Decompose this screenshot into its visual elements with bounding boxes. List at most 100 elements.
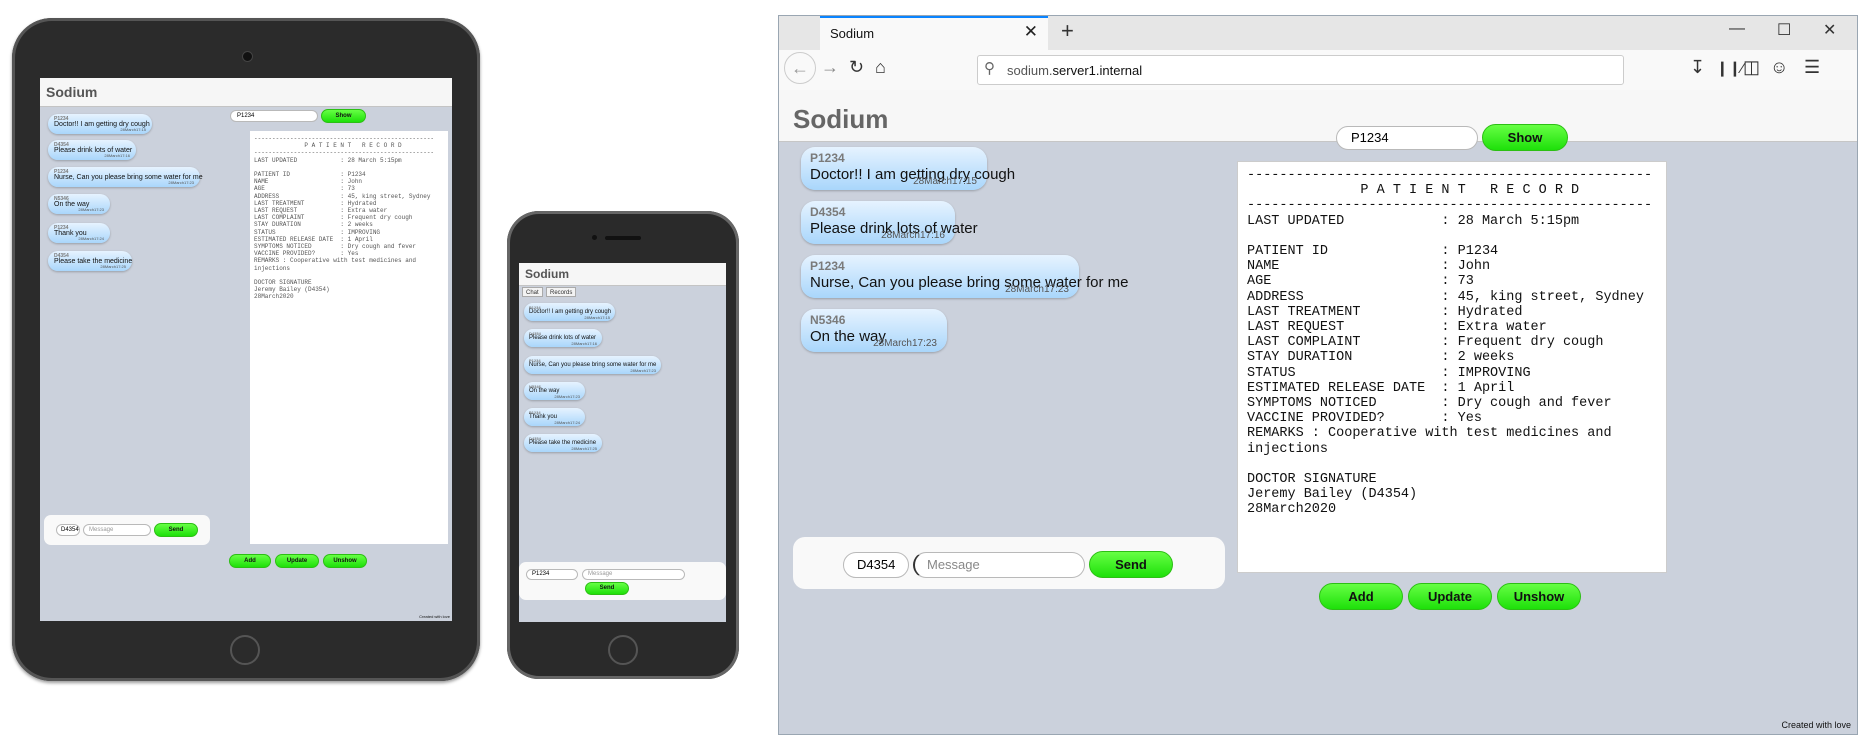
tab-close-icon[interactable]: ✕ (1024, 22, 1038, 42)
app-header: Sodium (40, 78, 452, 107)
browser-tab[interactable]: Sodium ✕ (820, 16, 1048, 50)
message-input[interactable]: Message (83, 524, 151, 536)
patient-record-text: ----------------------------------------… (1247, 168, 1653, 518)
message-text: Thank you (529, 414, 558, 420)
message-time: 28March17:16 (881, 230, 945, 241)
tablet-device: Sodium P1234 Doctor!! I am getting dry c… (12, 18, 480, 681)
tab-title: Sodium (830, 26, 875, 41)
patient-id-input[interactable]: P1234 (1336, 126, 1478, 150)
add-button[interactable]: Add (229, 554, 271, 568)
message-time: 28March17:15 (913, 176, 977, 187)
tablet-screen: Sodium P1234 Doctor!! I am getting dry c… (40, 78, 452, 621)
window-close-icon[interactable]: ✕ (1823, 20, 1836, 40)
message-time: 28March17:25 (571, 446, 597, 451)
app-header: Sodium (519, 263, 726, 286)
message-time: 28March17:24 (78, 236, 104, 241)
message-time: 28March17:23 (554, 394, 580, 399)
message-input[interactable]: Message (913, 552, 1085, 578)
sender-id-input[interactable]: D4354 (843, 552, 909, 578)
app-header: Sodium (779, 90, 1857, 142)
message-sender: N5346 (810, 313, 846, 327)
message-time: 28March17:25 (100, 264, 126, 269)
update-button[interactable]: Update (275, 554, 319, 568)
patient-record-panel: ----------------------------------------… (250, 131, 448, 544)
footer-credit: Created with love (1781, 720, 1851, 730)
back-icon[interactable]: ← (784, 52, 816, 84)
reload-icon[interactable]: ↻ (849, 57, 864, 78)
message-bubble: P1234 Nurse, Can you please bring some w… (48, 167, 203, 187)
send-button[interactable]: Send (1089, 551, 1173, 578)
home-icon[interactable]: ⌂ (875, 57, 886, 78)
send-button[interactable]: Send (154, 523, 198, 537)
message-bubble: P1234 Doctor!! I am getting dry cough 28… (524, 303, 615, 321)
compose-panel: D4354 Message Send (44, 515, 210, 545)
url-host: sodium. (1007, 63, 1053, 78)
unshow-button[interactable]: Unshow (1497, 583, 1581, 610)
minimize-icon[interactable]: — (1729, 20, 1745, 38)
search-icon: ⚲ (984, 60, 995, 77)
message-bubble: N5346 On the way 28March17:23 (801, 309, 947, 352)
phone-device: Sodium Chat Records P1234 Doctor!! I am … (507, 211, 739, 679)
message-time: 28March17:23 (78, 207, 104, 212)
tablet-home-button[interactable] (230, 635, 260, 665)
patient-record-text: ----------------------------------------… (254, 135, 435, 301)
sender-id-input[interactable]: P1234 (526, 569, 578, 580)
phone-screen: Sodium Chat Records P1234 Doctor!! I am … (519, 263, 726, 622)
message-time: 28March17:23 (873, 338, 937, 349)
message-text: Nurse, Can you please bring some water f… (810, 274, 1129, 291)
message-input[interactable]: Message (582, 569, 685, 580)
compose-panel: P1234 Message Send (519, 562, 726, 600)
tablet-camera (242, 51, 253, 62)
message-time: 28March17:15 (584, 315, 610, 320)
update-button[interactable]: Update (1408, 583, 1492, 610)
browser-window: Sodium ✕ + — ☐ ✕ ← → ↻ ⌂ ⚲ sodium.server… (778, 15, 1858, 735)
tab-chat[interactable]: Chat (522, 287, 543, 297)
sidebar-icon[interactable]: ◫ (1743, 57, 1760, 78)
message-time: 28March17:16 (571, 341, 597, 346)
maximize-icon[interactable]: ☐ (1777, 20, 1791, 40)
patient-id-input[interactable]: P1234 (230, 110, 318, 122)
sender-id-input[interactable]: D4354 (56, 524, 80, 536)
patient-record-panel: ----------------------------------------… (1237, 161, 1667, 573)
tab-records[interactable]: Records (546, 287, 577, 297)
message-sender: D4354 (810, 205, 846, 219)
message-time: 28March17:16 (104, 153, 130, 158)
nav-toolbar: ← → ↻ ⌂ ⚲ sodium.server1.internal ↧ ❙❙⁄ … (779, 50, 1857, 91)
message-time: 28March17:24 (554, 420, 580, 425)
message-bubble: D4354 Please drink lots of water 28March… (48, 140, 136, 160)
message-time: 28March17:23 (168, 180, 194, 185)
phone-camera (592, 235, 597, 240)
message-sender: P1234 (810, 151, 845, 165)
message-bubble: D4354 Please take the medicine 28March17… (48, 251, 132, 271)
forward-icon[interactable]: → (821, 57, 839, 78)
message-bubble: N5346 On the way 28March17:23 (48, 194, 110, 214)
add-button[interactable]: Add (1319, 583, 1403, 610)
new-tab-icon[interactable]: + (1061, 18, 1074, 44)
library-icon[interactable]: ❙❙⁄ (1716, 59, 1744, 77)
message-time: 28March17:23 (1005, 284, 1069, 295)
unshow-button[interactable]: Unshow (323, 554, 367, 568)
compose-panel: D4354 Message Send (793, 537, 1225, 589)
message-bubble: P1234 Doctor!! I am getting dry cough 28… (801, 147, 1015, 190)
message-bubble: P1234 Nurse, Can you please bring some w… (524, 356, 661, 374)
message-bubble: P1234 Thank you 28March17:24 (524, 408, 585, 426)
address-bar[interactable]: ⚲ sodium.server1.internal (977, 55, 1624, 85)
app-logo: Sodium (525, 267, 569, 281)
download-icon[interactable]: ↧ (1690, 57, 1705, 78)
phone-home-button[interactable] (608, 635, 638, 665)
show-button[interactable]: Show (321, 109, 366, 123)
app-logo: Sodium (46, 84, 98, 100)
footer-credit: Created with love (419, 614, 450, 619)
show-button[interactable]: Show (1482, 124, 1568, 151)
app-logo: Sodium (793, 104, 889, 134)
phone-speaker (605, 236, 641, 240)
url-domain: server1.internal (1052, 63, 1143, 78)
account-icon[interactable]: ☺ (1770, 57, 1788, 78)
menu-icon[interactable]: ☰ (1804, 57, 1820, 78)
message-bubble: N5346 On the way 28March17:23 (524, 382, 585, 400)
send-button[interactable]: Send (585, 582, 629, 595)
message-bubble: P1234 Doctor!! I am getting dry cough 28… (48, 114, 152, 134)
message-bubble: P1234 Thank you 28March17:24 (48, 223, 110, 243)
message-bubble: D4354 Please drink lots of water 28March… (524, 329, 602, 347)
message-bubble: D4354 Please take the medicine 28March17… (524, 434, 602, 452)
